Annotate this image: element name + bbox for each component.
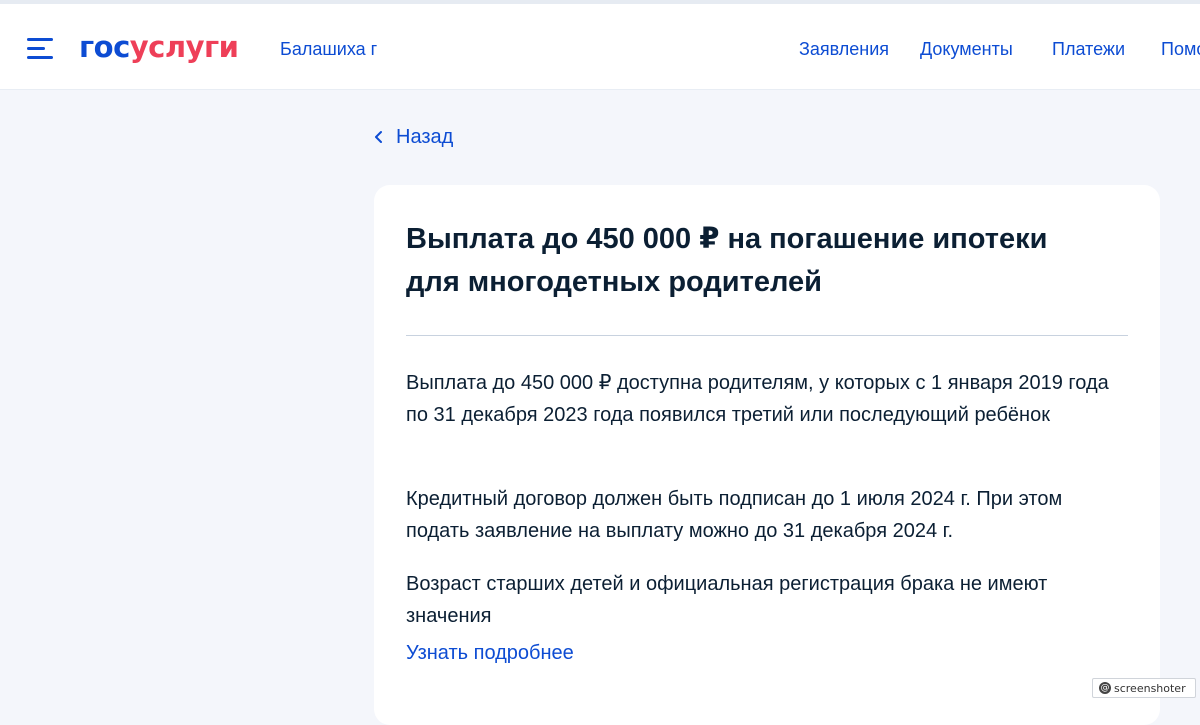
logo-part-uslugi: услуги: [129, 30, 239, 64]
nav-payments[interactable]: Платежи: [1052, 38, 1125, 60]
nav-help[interactable]: Помощь: [1161, 38, 1200, 60]
city-selector[interactable]: Балашиха г: [280, 38, 377, 60]
at-icon: @: [1099, 682, 1111, 694]
info-paragraph-conditions: Возраст старших детей и официальная реги…: [406, 573, 1048, 627]
gosuslugi-logo[interactable]: госуслуги: [79, 29, 239, 65]
page-title: Выплата до 450 000 ₽ на погашение ипотек…: [406, 223, 1048, 298]
nav-applications[interactable]: Заявления: [799, 38, 889, 60]
screenshoter-watermark: @ screenshoter: [1092, 678, 1196, 698]
chevron-left-icon: [375, 131, 382, 143]
learn-more-link[interactable]: Узнать подробнее: [406, 640, 574, 666]
info-paragraph-eligibility: Выплата до 450 000 ₽ доступна родителям,…: [406, 372, 1109, 426]
nav-documents[interactable]: Документы: [920, 38, 1013, 60]
back-label: Назад: [396, 125, 454, 148]
info-paragraph-deadlines: Кредитный договор должен быть подписан д…: [406, 488, 1063, 542]
menu-icon[interactable]: [27, 38, 53, 60]
info-card: Выплата до 450 000 ₽ на погашение ипотек…: [374, 185, 1160, 725]
site-header: госуслуги Балашиха г Заявления Документы…: [0, 4, 1200, 90]
divider: [406, 335, 1128, 336]
logo-part-gos: гос: [79, 30, 130, 64]
watermark-text: screenshoter: [1114, 681, 1186, 695]
back-link[interactable]: Назад: [373, 124, 453, 150]
